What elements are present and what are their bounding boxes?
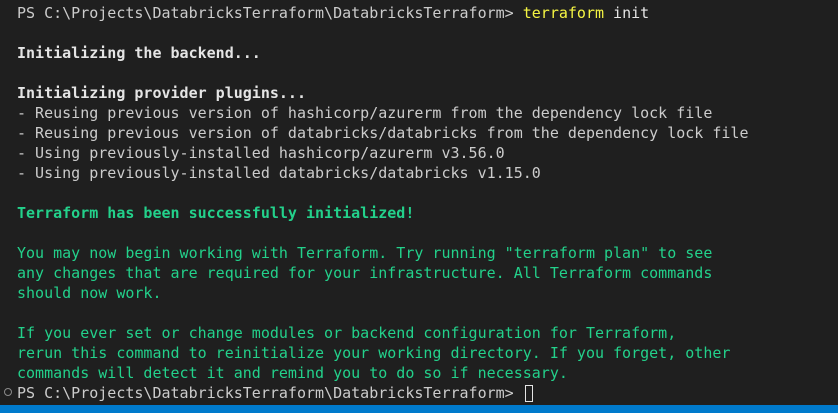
- info-line: should now work.: [17, 284, 162, 302]
- command-name: terraform: [522, 4, 605, 22]
- provider-line: - Reusing previous version of hashicorp/…: [17, 104, 713, 122]
- provider-line: - Using previously-installed databricks/…: [17, 164, 541, 182]
- success-message: Terraform has been successfully initiali…: [17, 204, 415, 222]
- info-line: You may now begin working with Terraform…: [17, 244, 713, 262]
- final-prompt-line[interactable]: PS C:\Projects\DatabricksTerraform\Datab…: [0, 383, 838, 403]
- command-args: init: [604, 4, 650, 22]
- provider-line: - Using previously-installed hashicorp/a…: [17, 144, 505, 162]
- provider-heading: Initializing provider plugins...: [17, 84, 306, 102]
- terminal-panel[interactable]: PS C:\Projects\DatabricksTerraform\Datab…: [0, 0, 838, 405]
- info-line: any changes that are required for your i…: [17, 264, 713, 282]
- status-bar: [0, 405, 838, 413]
- text-cursor: [524, 385, 533, 402]
- backend-heading: Initializing the backend...: [17, 44, 261, 62]
- info-line: rerun this command to reinitialize your …: [17, 344, 731, 362]
- info-line: If you ever set or change modules or bac…: [17, 324, 677, 342]
- final-prompt: PS C:\Projects\DatabricksTerraform\Datab…: [17, 384, 523, 402]
- provider-line: - Reusing previous version of databricks…: [17, 124, 749, 142]
- command-line: PS C:\Projects\DatabricksTerraform\Datab…: [0, 3, 838, 23]
- command-prompt: PS C:\Projects\DatabricksTerraform\Datab…: [17, 4, 523, 22]
- command-decoration-icon[interactable]: [4, 388, 12, 396]
- info-line: commands will detect it and remind you t…: [17, 364, 568, 382]
